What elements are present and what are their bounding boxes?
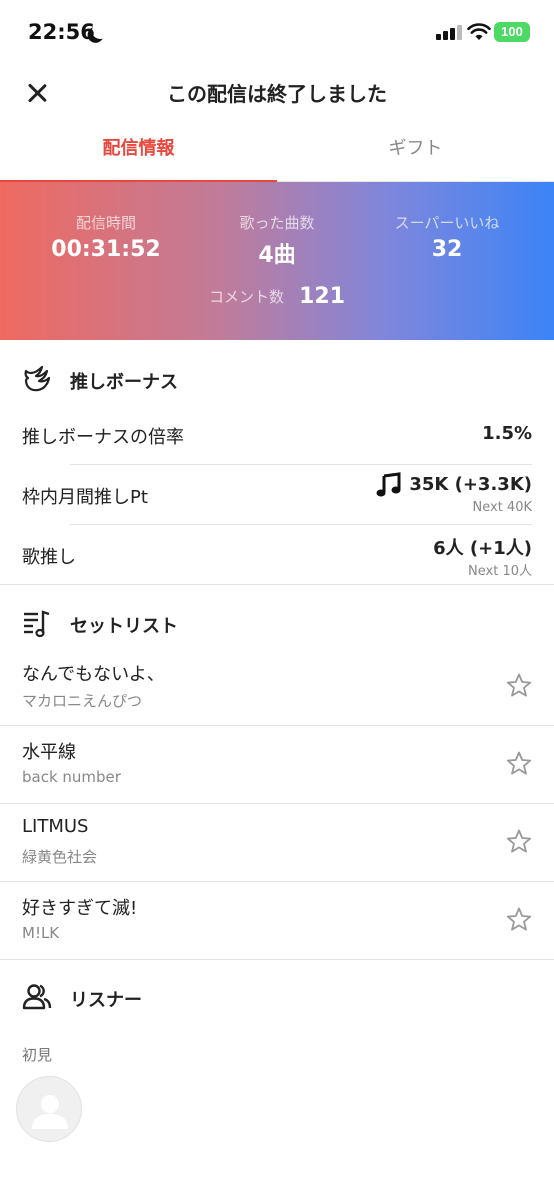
song-title: 好きすぎて滅!: [22, 898, 138, 919]
bonus-monthly-pt-label: 枠内月間推しPt: [22, 487, 148, 508]
stats-banner: 配信時間 00:31:52 歌った曲数 4曲 スーパーいいね 32 コメント数 …: [0, 182, 554, 340]
setlist-item[interactable]: 水平線 back number: [0, 726, 554, 804]
bonus-section-title: 推しボーナス: [70, 372, 178, 393]
song-artist: back number: [22, 768, 121, 786]
bonus-row-song-oshi: 歌推し 6人 (+1人) Next 10人: [0, 526, 554, 586]
star-icon[interactable]: [505, 906, 533, 934]
bonus-song-oshi-label: 歌推し: [22, 547, 76, 568]
music-note-icon: [376, 472, 401, 497]
stat-comments-label: コメント数: [208, 288, 284, 306]
song-title: LITMUS: [22, 816, 89, 837]
playlist-icon: [24, 610, 50, 638]
stat-super-likes: スーパーいいね 32: [355, 212, 539, 262]
stat-songs: 歌った曲数 4曲: [185, 212, 369, 269]
wing-icon: [24, 365, 51, 392]
wifi-icon: [467, 23, 491, 40]
star-icon[interactable]: [505, 672, 533, 700]
stat-comments-value: 121: [299, 284, 346, 309]
status-time: 22:56: [28, 20, 95, 44]
bonus-rate-label: 推しボーナスの倍率: [22, 427, 184, 448]
bonus-row-monthly-pt: 枠内月間推しPt 35K (+3.3K) Next 40K: [0, 466, 554, 526]
tab-bar: 配信情報 ギフト: [0, 122, 554, 183]
song-artist: M!LK: [22, 924, 60, 942]
divider: [70, 524, 532, 525]
divider: [0, 584, 554, 585]
setlist-item[interactable]: LITMUS 緑黄色社会: [0, 804, 554, 882]
listener-section-title: リスナー: [70, 990, 142, 1011]
status-bar: 22:56 100: [0, 0, 554, 62]
default-user-icon: [32, 1095, 68, 1129]
stat-super-likes-value: 32: [431, 237, 463, 262]
users-icon: [22, 984, 52, 1010]
tab-gift[interactable]: ギフト: [277, 122, 554, 182]
stat-comments: コメント数 121: [0, 284, 554, 309]
song-artist: マカロニえんぴつ: [22, 692, 143, 710]
song-title: 水平線: [22, 742, 76, 763]
bonus-song-oshi-value: 6人 (+1人): [433, 538, 532, 559]
avatar[interactable]: [16, 1076, 82, 1142]
battery-icon: 100: [494, 22, 530, 42]
stat-duration-label: 配信時間: [75, 214, 136, 232]
stat-duration-value: 00:31:52: [51, 237, 161, 262]
setlist-item[interactable]: 好きすぎて滅! M!LK: [0, 882, 554, 960]
song-artist: 緑黄色社会: [22, 848, 98, 866]
page-title: この配信は終了しました: [167, 82, 387, 106]
tab-stream-info[interactable]: 配信情報: [0, 122, 277, 183]
setlist-section-title: セットリスト: [70, 616, 178, 637]
listener-section-header: リスナー: [0, 966, 554, 1026]
stat-songs-value: 4曲: [258, 243, 296, 268]
bonus-monthly-pt-next: Next 40K: [472, 500, 532, 515]
first-time-label: 初見: [22, 1046, 53, 1064]
divider: [70, 464, 532, 465]
stat-super-likes-label: スーパーいいね: [394, 214, 500, 232]
bonus-rate-value: 1.5%: [482, 423, 532, 444]
bonus-row-rate: 推しボーナスの倍率 1.5%: [0, 406, 554, 466]
bonus-monthly-pt-value: 35K (+3.3K): [409, 474, 532, 495]
divider: [0, 959, 554, 960]
star-icon[interactable]: [505, 750, 533, 778]
header: この配信は終了しました: [0, 62, 554, 122]
stat-duration: 配信時間 00:31:52: [14, 212, 198, 262]
setlist-item[interactable]: なんでもないよ、 マカロニえんぴつ: [0, 648, 554, 726]
bonus-section-header: 推しボーナス: [0, 348, 554, 408]
signal-icon: [436, 24, 462, 40]
song-title: なんでもないよ、: [22, 664, 165, 685]
star-icon[interactable]: [505, 828, 533, 856]
bonus-song-oshi-next: Next 10人: [468, 564, 532, 579]
stat-songs-label: 歌った曲数: [239, 214, 315, 232]
setlist-section-header: セットリスト: [0, 592, 554, 652]
